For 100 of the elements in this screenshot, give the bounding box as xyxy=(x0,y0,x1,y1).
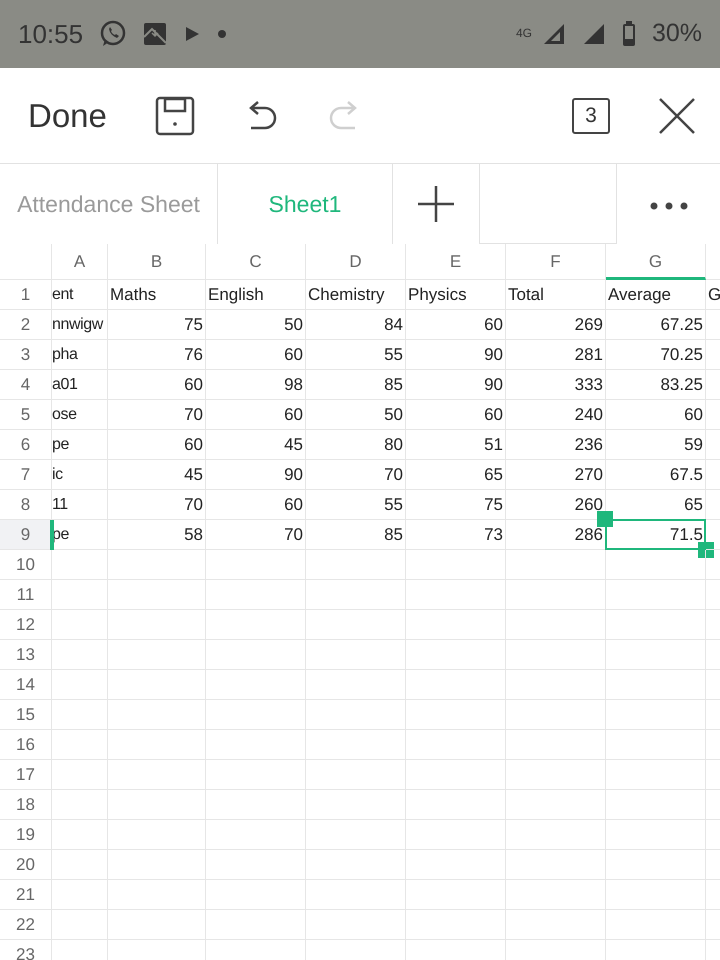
table-cell: 90 xyxy=(406,340,506,370)
table-cell: 60 xyxy=(108,430,206,460)
table-cell: 67.5 xyxy=(606,460,706,490)
clock-time: 10:55 xyxy=(18,18,84,50)
table-cell: 75 xyxy=(406,490,506,520)
row-header[interactable]: 11 xyxy=(0,580,52,610)
table-cell: 75 xyxy=(108,310,206,340)
row-header[interactable]: 14 xyxy=(0,670,52,700)
notification-dot-icon xyxy=(217,29,228,39)
column-header[interactable]: C xyxy=(206,244,306,280)
table-cell xyxy=(52,850,108,880)
signal-icon xyxy=(542,22,566,46)
table-cell: 70 xyxy=(206,520,306,550)
table-cell: pe xyxy=(52,430,108,460)
table-cell: 333 xyxy=(506,370,606,400)
column-header[interactable]: A xyxy=(52,244,108,280)
row-header[interactable]: 7 xyxy=(0,460,52,490)
table-cell xyxy=(52,910,108,940)
row-header[interactable]: 1 xyxy=(0,280,52,310)
table-cell xyxy=(52,610,108,640)
column-header[interactable]: E xyxy=(406,244,506,280)
row-header[interactable]: 12 xyxy=(0,610,52,640)
table-cell: Total xyxy=(506,280,606,310)
row-header[interactable]: 10 xyxy=(0,550,52,580)
play-icon xyxy=(183,25,202,43)
table-cell: 85 xyxy=(306,370,406,400)
table-cell: ent xyxy=(52,280,108,310)
table-cell: 45 xyxy=(206,430,306,460)
table-cell: 80 xyxy=(306,430,406,460)
table-cell: ose xyxy=(52,400,108,430)
table-cell: 73 xyxy=(406,520,506,550)
table-cell: 281 xyxy=(506,340,606,370)
corner-cell[interactable] xyxy=(0,244,52,280)
row-header[interactable]: 13 xyxy=(0,640,52,670)
table-cell: G xyxy=(706,280,720,310)
table-cell xyxy=(52,760,108,790)
row-header[interactable]: 21 xyxy=(0,880,52,910)
column-header[interactable]: G xyxy=(606,244,706,280)
table-cell: 45 xyxy=(108,460,206,490)
table-cell xyxy=(52,670,108,700)
table-cell: 65 xyxy=(406,460,506,490)
column-header[interactable]: B xyxy=(108,244,206,280)
table-cell: 60 xyxy=(606,400,706,430)
column-header[interactable]: F xyxy=(506,244,606,280)
row-header[interactable]: 4 xyxy=(0,370,52,400)
selection-handle[interactable] xyxy=(597,511,613,527)
close-button[interactable] xyxy=(658,96,696,134)
table-cell: 70 xyxy=(306,460,406,490)
row-header[interactable]: 22 xyxy=(0,910,52,940)
table-cell: 55 xyxy=(306,490,406,520)
save-button[interactable] xyxy=(154,96,195,136)
image-download-icon xyxy=(143,22,168,46)
table-cell: 60 xyxy=(108,370,206,400)
table-cell: 67.25 xyxy=(606,310,706,340)
row-header[interactable]: 16 xyxy=(0,730,52,760)
row-header[interactable]: 18 xyxy=(0,790,52,820)
table-cell xyxy=(52,880,108,910)
table-cell: 240 xyxy=(506,400,606,430)
table-cell: 60 xyxy=(406,310,506,340)
table-cell: 269 xyxy=(506,310,606,340)
table-cell: Physics xyxy=(406,280,506,310)
table-cell: 90 xyxy=(406,370,506,400)
table-cell: 60 xyxy=(206,340,306,370)
table-cell: 270 xyxy=(506,460,606,490)
row-header[interactable]: 3 xyxy=(0,340,52,370)
table-cell: 51 xyxy=(406,430,506,460)
table-cell: 60 xyxy=(206,400,306,430)
table-cell: 236 xyxy=(506,430,606,460)
table-cell: ic xyxy=(52,460,108,490)
row-header[interactable]: 5 xyxy=(0,400,52,430)
row-header[interactable]: 9 xyxy=(0,520,52,550)
table-cell xyxy=(52,550,108,580)
row-header[interactable]: 17 xyxy=(0,760,52,790)
table-cell: 85 xyxy=(306,520,406,550)
row-header[interactable]: 15 xyxy=(0,700,52,730)
sheet-count-button[interactable]: 3 xyxy=(572,98,610,134)
table-cell: 55 xyxy=(306,340,406,370)
table-cell: 70 xyxy=(108,400,206,430)
table-cell: 70 xyxy=(108,490,206,520)
row-header[interactable]: 20 xyxy=(0,850,52,880)
table-cell xyxy=(52,790,108,820)
column-header[interactable]: D xyxy=(306,244,406,280)
battery-percent: 30% xyxy=(652,18,702,50)
cursor-marker xyxy=(50,520,54,550)
done-button[interactable]: Done xyxy=(28,90,107,140)
table-cell: 60 xyxy=(206,490,306,520)
table-cell: nnwigw xyxy=(52,310,108,340)
table-cell: 71.5 xyxy=(606,520,706,550)
row-header[interactable]: 23 xyxy=(0,940,52,960)
table-cell xyxy=(52,700,108,730)
table-cell: Chemistry xyxy=(306,280,406,310)
selection-handle[interactable] xyxy=(698,542,714,558)
add-sheet-button[interactable] xyxy=(393,164,480,244)
row-header[interactable]: 19 xyxy=(0,820,52,850)
row-header[interactable]: 6 xyxy=(0,430,52,460)
table-cell: 11 xyxy=(52,490,108,520)
table-cell: pha xyxy=(52,340,108,370)
table-cell xyxy=(52,640,108,670)
table-cell: 84 xyxy=(306,310,406,340)
row-header[interactable]: 2 xyxy=(0,310,52,340)
